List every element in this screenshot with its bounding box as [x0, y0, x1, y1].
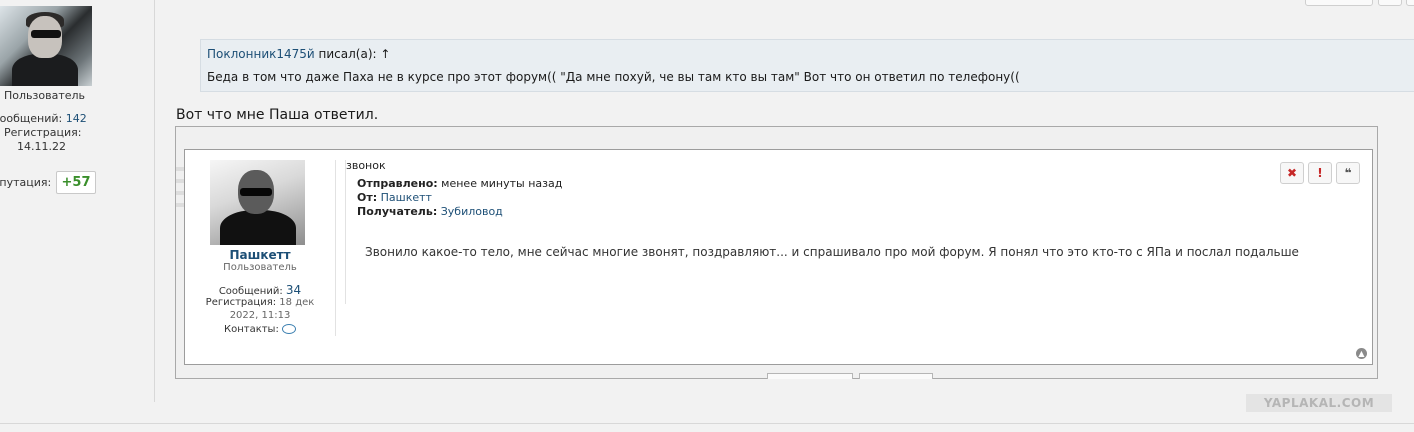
quote-source-arrow-icon[interactable]: ↑ [380, 47, 390, 61]
sender-username: Пашкетт [229, 248, 291, 262]
author-registration-label: Регистрация: [4, 126, 82, 139]
to-value: Зубиловод [440, 205, 503, 218]
card-divider-2 [345, 160, 346, 304]
sender-messages-label: Сообщений: [218, 286, 283, 297]
message-from-line: От: Пашкетт [357, 191, 432, 204]
message-to-line: Получатель: Зубиловод [357, 205, 503, 218]
card-divider [335, 160, 336, 336]
attached-screenshot[interactable]: Пашкетт Пользователь Сообщений: 34 Регис… [175, 126, 1378, 379]
author-messages-count[interactable]: 142 [66, 112, 87, 125]
quote-icon: ❝ [1336, 162, 1360, 184]
message-subject: звонок [346, 159, 386, 172]
post-text: Вот что мне Паша ответил. [176, 107, 379, 123]
message-sent-line: Отправлено: менее минуты назад [357, 177, 562, 190]
reputation-badge[interactable]: +57 [56, 171, 96, 194]
bottom-divider [0, 423, 1414, 424]
quote-wrote-label: писал(а): [314, 47, 377, 61]
top-action-button-2[interactable] [1378, 0, 1402, 6]
top-action-button-1[interactable] [1305, 0, 1373, 6]
author-role: Пользователь [4, 89, 86, 102]
screenshot-side-marks [176, 167, 184, 227]
author-messages: Сообщений: 142 [0, 112, 87, 125]
to-label: Получатель: [357, 205, 438, 218]
report-icon: ! [1308, 162, 1332, 184]
top-action-button-3[interactable] [1406, 0, 1414, 6]
sent-label: Отправлено: [357, 177, 438, 190]
author-profile-column: Пользователь Сообщений: 142 Регистрация:… [0, 0, 155, 402]
screenshot-tab-stub-2 [859, 373, 933, 379]
from-value: Пашкетт [380, 191, 432, 204]
quote-block: Поклонник1475й писал(а): ↑ Беда в том чт… [200, 39, 1414, 92]
author-avatar[interactable] [0, 6, 92, 86]
quote-author-link[interactable]: Поклонник1475й [207, 47, 315, 61]
sender-avatar [210, 160, 305, 245]
sender-registration-date: 18 дек [279, 297, 315, 308]
sender-registration-label: Регистрация: [205, 297, 277, 308]
sender-role: Пользователь [223, 262, 297, 273]
sender-messages-count: 34 [285, 283, 302, 297]
quote-text: Беда в том что даже Паха не в курсе про … [207, 70, 1020, 84]
site-watermark: YAPLAKAL.COM [1246, 394, 1392, 412]
sender-messages: Сообщений: 34 [185, 283, 335, 297]
screenshot-tab-stub-1 [767, 373, 853, 379]
sender-contacts-label: Контакты: [223, 324, 279, 335]
sender-registration-time: 2022, 11:13 [229, 310, 291, 321]
delete-icon: ✖ [1280, 162, 1304, 184]
from-label: От: [357, 191, 378, 204]
speech-bubble-icon [282, 324, 297, 334]
message-body: Звонило какое-то тело, мне сейчас многие… [365, 245, 1299, 259]
sent-value: менее минуты назад [441, 177, 563, 190]
quote-header: Поклонник1475й писал(а): ↑ [207, 47, 390, 61]
author-registration-date: 14.11.22 [17, 140, 66, 153]
author-messages-label: Сообщений: [0, 112, 63, 125]
author-reputation-label: Репутация: [0, 176, 52, 189]
sender-contacts: Контакты: [185, 324, 335, 335]
sender-registration: Регистрация: 18 дек [185, 297, 335, 308]
private-message-card: Пашкетт Пользователь Сообщений: 34 Регис… [184, 149, 1373, 365]
scroll-top-icon: ▲ [1356, 348, 1367, 359]
